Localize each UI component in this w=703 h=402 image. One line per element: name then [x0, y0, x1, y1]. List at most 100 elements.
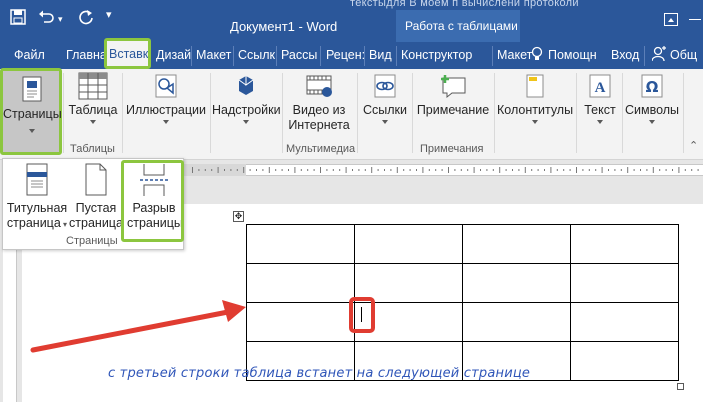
cover-page-label-line1: Титульная [6, 201, 68, 215]
ruler-tick [352, 169, 353, 171]
table-move-handle-icon[interactable]: ✥ [233, 211, 244, 222]
header-footer-button[interactable]: Колонтитулы [497, 72, 573, 124]
page-break-highlight [121, 160, 184, 242]
ruler-tick [217, 167, 219, 173]
cover-page-button[interactable]: Титульная страница ▾ [6, 163, 68, 232]
window-title: Документ1 - Word [230, 19, 338, 34]
table-cell[interactable] [462, 224, 571, 264]
group-label-tables: Таблицы [70, 143, 115, 155]
tab-constructor[interactable]: Конструктор [401, 48, 472, 62]
ruler-tick [339, 169, 341, 171]
ruler-tick [595, 169, 597, 171]
ruler-tick [544, 169, 545, 171]
table-cell[interactable] [246, 224, 355, 264]
table-cell[interactable] [570, 302, 679, 342]
chevron-down-icon [163, 120, 169, 124]
ruler-tick [601, 167, 603, 173]
table-cell[interactable] [570, 224, 679, 264]
vertical-ruler[interactable] [3, 250, 17, 402]
blank-page-button[interactable]: Пустая страница [69, 163, 123, 231]
tab-separator [276, 46, 277, 66]
table-cell[interactable] [462, 302, 571, 342]
pages-button[interactable]: Страницы [0, 68, 62, 155]
illustrations-button[interactable]: Иллюстрации [124, 72, 208, 124]
ruler-tick [358, 169, 360, 171]
ruler-tick [192, 167, 193, 173]
collapse-ribbon-icon[interactable]: ⌃ [689, 139, 698, 152]
tab-home[interactable]: Главна [66, 48, 107, 62]
ruler-tick [409, 169, 411, 171]
illustrations-button-label: Иллюстрации [126, 103, 206, 117]
comment-button[interactable]: Примечание [414, 72, 492, 118]
tab-layout[interactable]: Макет [196, 48, 231, 62]
group-label-comments: Примечания [420, 143, 484, 155]
ruler-tick [416, 169, 417, 171]
symbols-button[interactable]: Ω Символы [624, 72, 680, 124]
ruler-ticks [192, 167, 699, 173]
ruler-tick [275, 169, 277, 171]
document-table[interactable] [246, 224, 679, 381]
table-cell[interactable] [246, 302, 355, 342]
minimize-icon[interactable] [689, 19, 701, 20]
tab-insert[interactable]: Вставк [104, 38, 151, 69]
undo-dropdown-icon[interactable]: ▾ [58, 14, 63, 25]
ruler-tick [256, 169, 257, 171]
tab-design[interactable]: Дизай [156, 48, 191, 62]
ruler-tick [454, 169, 456, 171]
ruler-tick [262, 169, 264, 171]
share-button[interactable]: Общ [670, 48, 697, 62]
links-button[interactable]: Ссылки [360, 72, 410, 124]
table-cell[interactable] [246, 263, 355, 303]
ruler-tick [640, 169, 641, 171]
ruler-tick [499, 167, 501, 173]
chevron-down-icon [90, 120, 96, 124]
online-video-button[interactable]: Видео из Интернета [285, 72, 353, 133]
tab-review[interactable]: Рецен: [326, 48, 365, 62]
table-cell[interactable] [570, 263, 679, 303]
comment-icon [441, 75, 466, 99]
redo-icon[interactable] [78, 9, 94, 29]
text-button[interactable]: A Текст [579, 72, 621, 124]
table-cell[interactable] [570, 341, 679, 381]
save-icon[interactable] [10, 9, 26, 29]
table-cell[interactable] [462, 263, 571, 303]
header-footer-icon [526, 74, 544, 98]
tab-separator [492, 46, 493, 66]
ruler-tick [524, 167, 526, 173]
table-button[interactable]: Таблица [66, 72, 120, 124]
table-cell[interactable] [354, 224, 463, 264]
ruler-tick [396, 167, 398, 173]
ruler-tick [608, 169, 609, 171]
ruler-tick [211, 169, 213, 171]
chevron-down-icon [597, 120, 603, 124]
ruler-tick [307, 169, 309, 171]
ribbon: Таблица Таблицы Иллюстрации Надстройки В… [0, 69, 703, 160]
addins-button[interactable]: Надстройки [212, 72, 281, 124]
horizontal-ruler[interactable] [184, 160, 703, 179]
customize-qat-icon[interactable]: ▾ [106, 8, 112, 21]
ribbon-display-options-icon[interactable] [664, 13, 678, 26]
ruler-tick [678, 167, 680, 173]
ruler-tick [364, 169, 366, 171]
tab-view[interactable]: Вид [369, 48, 392, 62]
sign-in-link[interactable]: Вход [611, 48, 639, 62]
tab-separator [644, 46, 645, 66]
ruler-tick [582, 169, 584, 171]
table-resize-handle[interactable] [677, 383, 684, 390]
tab-references[interactable]: Ссылк [238, 48, 275, 62]
undo-icon[interactable] [38, 9, 56, 29]
tab-separator [320, 46, 321, 66]
tab-separator [233, 46, 234, 66]
pages-icon [22, 76, 42, 102]
blank-page-icon [85, 163, 107, 196]
group-label-media: Мультимедиа [286, 143, 356, 155]
lightbulb-icon[interactable] [531, 46, 543, 65]
tab-table-layout[interactable]: Макет [497, 48, 532, 62]
person-icon[interactable] [651, 46, 666, 65]
ruler-tick [300, 169, 302, 171]
tell-me-input[interactable]: Помощн [548, 48, 597, 62]
tab-file[interactable]: Файл [14, 48, 45, 62]
tab-mailings[interactable]: Рассы [281, 48, 317, 62]
shapes-icon [155, 74, 177, 98]
ruler-tick [428, 169, 430, 171]
